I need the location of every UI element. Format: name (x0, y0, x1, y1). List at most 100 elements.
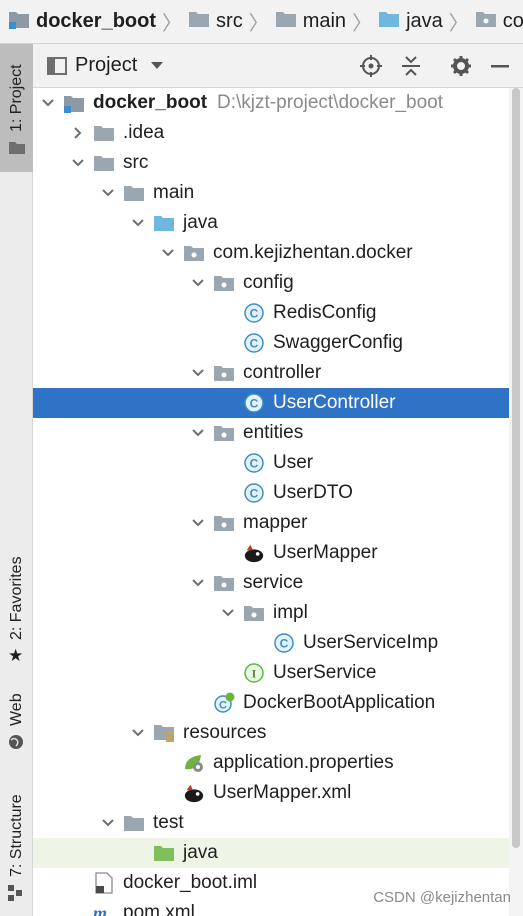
tree-row-label: controller (243, 362, 321, 384)
chevron-down-icon[interactable] (161, 246, 175, 260)
breadcrumb-item[interactable]: docker_boot (8, 9, 156, 35)
module-folder-icon (63, 92, 85, 114)
tree-row[interactable]: mapper (33, 508, 509, 538)
tree-row[interactable]: java (33, 208, 509, 238)
chevron-down-icon[interactable] (191, 276, 205, 290)
tree-row[interactable]: main (33, 178, 509, 208)
breadcrumb-item[interactable]: src (188, 10, 243, 34)
tree-row-label: resources (183, 722, 266, 744)
tree-row-label: UserController (273, 392, 395, 414)
tool-tab-structure[interactable]: 7: Structure (0, 779, 33, 909)
package-icon (213, 272, 235, 294)
tool-tab-project[interactable]: 1: Project (0, 44, 33, 172)
tool-tab-favorites[interactable]: 2: Favorites ★ (0, 544, 33, 674)
star-icon: ★ (8, 646, 24, 665)
tree-row-label: java (183, 212, 218, 234)
tree-row-label: service (243, 572, 303, 594)
tree-item-name: pom.xml (123, 902, 195, 916)
chevron-down-icon[interactable] (221, 606, 235, 620)
breadcrumb-item[interactable]: main (275, 10, 346, 34)
tree-row[interactable]: UserMapper (33, 538, 509, 568)
tree-row[interactable]: I UserService (33, 658, 509, 688)
tree-row[interactable]: config (33, 268, 509, 298)
tree-row[interactable]: C SwaggerConfig (33, 328, 509, 358)
tree-row[interactable]: controller (33, 358, 509, 388)
class-icon: C (243, 302, 265, 324)
tree-item-name: RedisConfig (273, 302, 377, 323)
svg-text:C: C (250, 337, 259, 351)
tree-row[interactable]: docker_boot D:\kjzt-project\docker_boot (33, 88, 509, 118)
tree-row-label: pom.xml (123, 902, 195, 916)
breadcrumb-label: com (502, 10, 523, 32)
breadcrumb-label: main (302, 10, 347, 32)
class-icon: C (273, 632, 295, 654)
tree-row[interactable]: impl (33, 598, 509, 628)
chevron-down-icon[interactable] (131, 726, 145, 740)
svg-text:I: I (252, 667, 257, 681)
target-icon (360, 55, 382, 77)
breadcrumb-item[interactable]: com (475, 10, 523, 34)
chevron-down-icon[interactable] (191, 426, 205, 440)
tree-row[interactable]: src (33, 148, 509, 178)
tree-row[interactable]: com.kejizhentan.docker (33, 238, 509, 268)
mybatis-icon (183, 782, 205, 804)
chevron-down-icon[interactable] (131, 216, 145, 230)
tree-item-name: main (153, 182, 195, 203)
hide-panel-button[interactable] (488, 54, 512, 78)
tool-tab-structure-label: 7: Structure (8, 794, 25, 877)
class-icon: C (243, 332, 265, 354)
tree-row[interactable]: entities (33, 418, 509, 448)
source-folder-icon (153, 212, 175, 234)
tree-row[interactable]: application.properties (33, 748, 509, 778)
breadcrumb-separator-icon: 〉 (162, 13, 183, 35)
tree-row[interactable]: C User (33, 448, 509, 478)
tree-item-name: UserService (273, 662, 377, 683)
chevron-down-icon[interactable] (191, 576, 205, 590)
tree-row[interactable]: C UserController (33, 388, 509, 418)
resources-folder-icon (153, 722, 175, 744)
tree-item-name: docker_boot.iml (123, 872, 258, 893)
tree-row-label: docker_boot.iml (123, 872, 257, 894)
breadcrumb-item[interactable]: java (378, 10, 443, 34)
class-icon: C (243, 482, 265, 504)
chevron-right-icon[interactable] (71, 126, 85, 140)
scrollbar-thumb[interactable] (512, 88, 520, 848)
panel-title: Project (75, 54, 138, 76)
breadcrumb-label: java (406, 10, 443, 32)
collapse-all-button[interactable] (399, 54, 423, 78)
tree-row[interactable]: java (33, 838, 509, 868)
tree-item-name: impl (273, 602, 308, 623)
tree-item-name: service (243, 572, 304, 593)
tree-row[interactable]: resources (33, 718, 509, 748)
tree-row[interactable]: UserMapper.xml (33, 778, 509, 808)
tree-row[interactable]: C UserServiceImp (33, 628, 509, 658)
chevron-down-icon[interactable] (101, 816, 115, 830)
tree-row-label: mapper (243, 512, 307, 534)
chevron-down-icon[interactable] (71, 156, 85, 170)
chevron-down-icon[interactable] (191, 366, 205, 380)
chevron-down-icon[interactable] (191, 516, 205, 530)
tree-item-name: DockerBootApplication (243, 692, 436, 713)
tree-row[interactable]: .idea (33, 118, 509, 148)
breadcrumb-separator-icon: 〉 (448, 13, 469, 35)
chevron-down-icon[interactable] (101, 186, 115, 200)
tree-item-name: UserMapper (273, 542, 378, 563)
chevron-down-icon[interactable] (41, 96, 55, 110)
interface-icon: I (243, 662, 265, 684)
structure-icon (8, 885, 22, 901)
tree-row[interactable]: C UserDTO (33, 478, 509, 508)
tree-row-label: RedisConfig (273, 302, 377, 324)
svg-text:C: C (250, 457, 259, 471)
settings-button[interactable] (449, 54, 473, 78)
minimize-icon (491, 65, 509, 68)
tool-tab-project-label: 1: Project (8, 64, 25, 132)
view-selector[interactable]: Project (47, 54, 164, 77)
tree-row[interactable]: C DockerBootApplication (33, 688, 509, 718)
tree-item-name: java (183, 842, 218, 863)
tree-row[interactable]: test (33, 808, 509, 838)
tool-tab-web[interactable]: Web (0, 684, 33, 764)
tree-row[interactable]: C RedisConfig (33, 298, 509, 328)
tree-row-label: UserServiceImp (303, 632, 438, 654)
tree-row[interactable]: service (33, 568, 509, 598)
locate-button[interactable] (359, 54, 383, 78)
